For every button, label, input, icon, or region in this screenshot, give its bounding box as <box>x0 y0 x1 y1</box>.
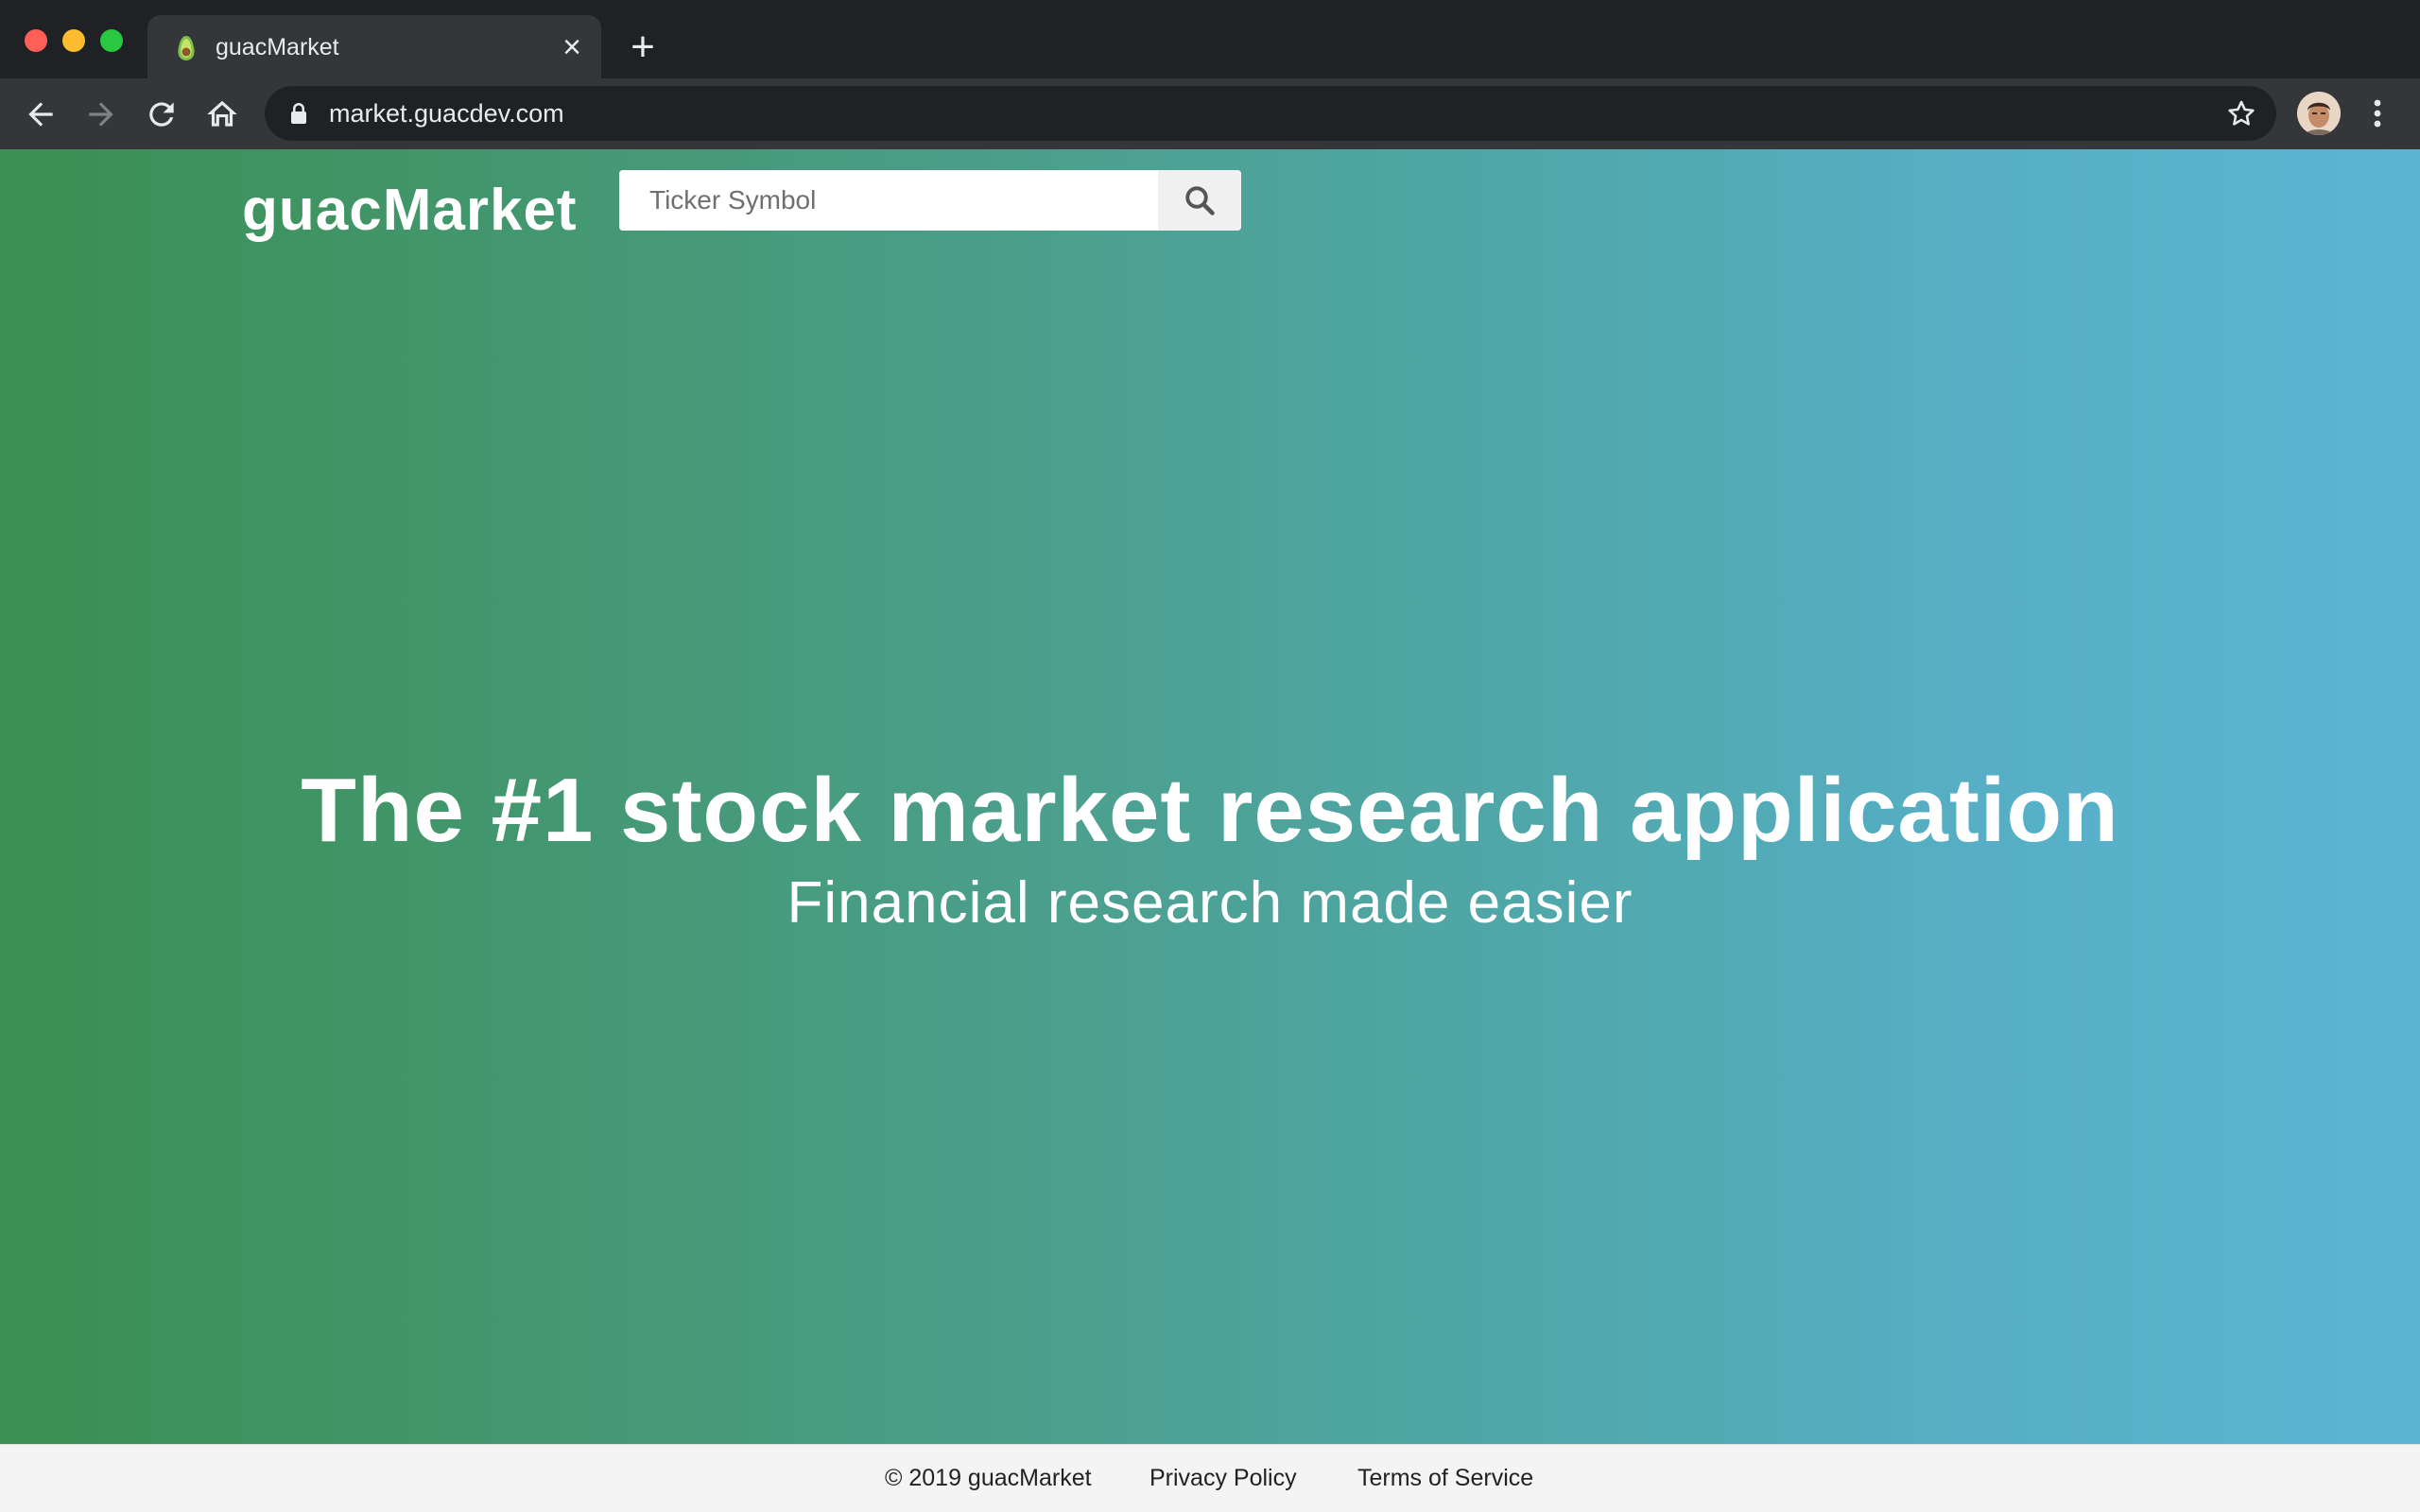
url-text[interactable]: market.guacdev.com <box>329 99 564 128</box>
back-arrow-icon[interactable] <box>23 96 59 132</box>
tab-title: guacMarket <box>216 34 339 60</box>
lock-icon[interactable] <box>287 101 310 126</box>
footer-copyright: © 2019 guacMarket <box>885 1465 1092 1491</box>
profile-avatar[interactable] <box>2297 92 2341 135</box>
search-button[interactable] <box>1158 170 1241 231</box>
star-icon[interactable] <box>2225 97 2257 129</box>
search-icon <box>1185 186 1215 215</box>
new-tab-button[interactable]: + <box>624 26 662 68</box>
ticker-search <box>619 170 1241 231</box>
address-bar[interactable]: market.guacdev.com <box>265 86 2276 141</box>
tab-strip: guacMarket × + <box>0 0 2420 78</box>
hero-section: guacMarket The #1 stock market research … <box>0 149 2420 1444</box>
browser-window: guacMarket × + market.guacdev.com guacMa… <box>0 0 2420 1512</box>
hero-subheadline: Financial research made easier <box>786 870 1634 936</box>
site-logo[interactable]: guacMarket <box>242 168 578 253</box>
reload-icon[interactable] <box>144 96 180 132</box>
web-page: guacMarket The #1 stock market research … <box>0 149 2420 1512</box>
close-window-button[interactable] <box>25 29 47 52</box>
close-tab-icon[interactable]: × <box>556 31 588 63</box>
forward-arrow-icon[interactable] <box>83 96 119 132</box>
avocado-icon <box>176 35 197 61</box>
site-footer: © 2019 guacMarket Privacy Policy Terms o… <box>0 1444 2420 1512</box>
privacy-policy-link[interactable]: Privacy Policy <box>1150 1464 1297 1492</box>
browser-toolbar: market.guacdev.com <box>0 78 2420 149</box>
terms-of-service-link[interactable]: Terms of Service <box>1357 1464 1533 1492</box>
home-icon[interactable] <box>204 96 240 132</box>
browser-tab[interactable]: guacMarket × <box>147 15 601 78</box>
maximize-window-button[interactable] <box>100 29 123 52</box>
kebab-menu-icon[interactable] <box>2363 94 2392 133</box>
minimize-window-button[interactable] <box>62 29 85 52</box>
hero-headline: The #1 stock market research application <box>301 760 2119 861</box>
ticker-search-input[interactable] <box>619 170 1158 231</box>
